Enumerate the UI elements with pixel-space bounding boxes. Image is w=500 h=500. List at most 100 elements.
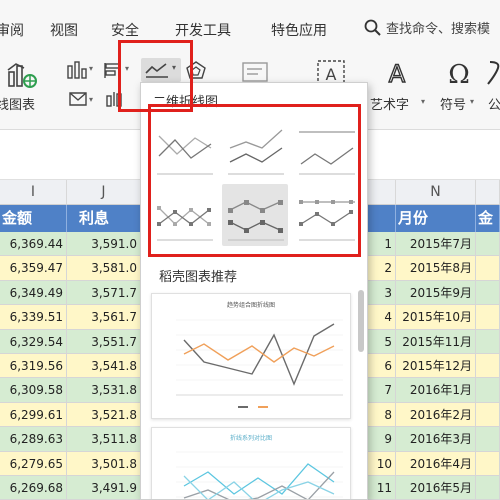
chevron-down-icon[interactable]: ▾ (89, 64, 93, 73)
cell-month[interactable]: 2016年1月 (396, 378, 476, 402)
stock-chart-icon[interactable] (104, 90, 124, 108)
cell-interest[interactable]: 3,571.7 (67, 280, 141, 305)
cell-interest[interactable]: 3,541.8 (67, 353, 141, 378)
percent-line-marker-chart-option[interactable] (293, 184, 359, 246)
command-search[interactable]: 查找命令、搜索模 (364, 18, 490, 37)
column-chart-icon[interactable] (102, 60, 126, 80)
menu-developer-tools[interactable]: 开发工具 (175, 20, 231, 40)
cell-blank[interactable] (476, 353, 500, 378)
cell-number[interactable]: 1 (366, 232, 396, 256)
column-header-m[interactable] (366, 180, 396, 205)
cell-month[interactable]: 2015年7月 (396, 232, 476, 256)
radar-chart-icon[interactable] (184, 60, 208, 80)
cell-number[interactable]: 2 (366, 256, 396, 280)
menu-security[interactable]: 安全 (111, 20, 139, 40)
chevron-down-icon[interactable]: ▾ (421, 97, 425, 106)
pie-chart-icon[interactable] (68, 90, 88, 108)
cell-amount[interactable]: 6,339.51 (0, 305, 67, 329)
line-chart-button[interactable]: ▾ (141, 58, 181, 82)
cell-month[interactable]: 2015年10月 (396, 305, 476, 329)
cell-amount[interactable]: 6,369.44 (0, 232, 67, 256)
formula-label[interactable]: 公 (488, 94, 500, 113)
line-marker-chart-option[interactable] (151, 184, 217, 246)
cell-amount[interactable]: 6,299.61 (0, 402, 67, 427)
stacked-line-marker-chart-option[interactable] (222, 184, 288, 246)
cell-interest[interactable]: 3,501.8 (67, 451, 141, 475)
symbol-label[interactable]: 符号 (440, 94, 466, 113)
column-header-o[interactable] (476, 180, 500, 205)
cell-amount[interactable]: 6,279.65 (0, 451, 67, 475)
combo-chart-label[interactable]: 线图表 (0, 94, 35, 113)
cell-interest[interactable]: 3,591.0 (67, 232, 141, 256)
recommend-title: 稻壳图表推荐 (159, 270, 238, 285)
cell-number[interactable]: 4 (366, 305, 396, 329)
svg-text:A: A (389, 60, 406, 88)
art-text-label[interactable]: 艺术字 (370, 94, 409, 113)
cell-blank[interactable] (476, 280, 500, 305)
cell-interest[interactable]: 3,561.7 (67, 305, 141, 329)
stacked-line-chart-option[interactable] (222, 118, 288, 180)
recommended-chart-card[interactable]: 趋势组合图折线图 (151, 293, 351, 419)
menu-special-apps[interactable]: 特色应用 (271, 20, 327, 40)
cell-number[interactable]: 10 (366, 451, 396, 475)
cell-interest[interactable]: 3,531.8 (67, 378, 141, 402)
chevron-down-icon[interactable]: ▾ (470, 97, 474, 106)
cell-amount[interactable]: 6,319.56 (0, 353, 67, 378)
cell-blank[interactable] (476, 256, 500, 280)
dropdown-scrollbar[interactable] (358, 290, 364, 352)
cell-number[interactable]: 9 (366, 427, 396, 451)
cell-month[interactable]: 2016年2月 (396, 402, 476, 427)
cell-number[interactable]: 3 (366, 280, 396, 305)
cell-blank[interactable] (476, 427, 500, 451)
line-chart-dropdown[interactable]: 二维折线图 稻壳图表推荐 趋势组合图折线图 折线系列对比图 (140, 82, 368, 500)
search-text: 查找命令、搜索模 (386, 22, 491, 37)
cell-amount[interactable]: 6,269.68 (0, 475, 67, 500)
art-text-icon[interactable]: A (382, 58, 412, 88)
column-header-i[interactable]: I (0, 180, 67, 205)
cell-month[interactable]: 2015年8月 (396, 256, 476, 280)
cell-amount[interactable]: 6,329.54 (0, 329, 67, 353)
cell-blank[interactable] (476, 475, 500, 500)
cell-month[interactable]: 2016年5月 (396, 475, 476, 500)
cell-number[interactable]: 7 (366, 378, 396, 402)
chevron-down-icon[interactable]: ▾ (125, 64, 129, 73)
cell-interest[interactable]: 3,521.8 (67, 402, 141, 427)
cell-amount[interactable]: 6,349.49 (0, 280, 67, 305)
line-chart-icon (145, 63, 168, 78)
cell-month[interactable]: 2016年3月 (396, 427, 476, 451)
cell-amount[interactable]: 6,309.58 (0, 378, 67, 402)
formula-icon[interactable] (484, 58, 500, 88)
cell-amount[interactable]: 6,289.63 (0, 427, 67, 451)
column-header-j[interactable]: J (67, 180, 141, 205)
cell-month[interactable]: 2015年12月 (396, 353, 476, 378)
cell-blank[interactable] (476, 378, 500, 402)
cell-month[interactable]: 2015年11月 (396, 329, 476, 353)
cell-number[interactable]: 5 (366, 329, 396, 353)
menu-view[interactable]: 视图 (50, 20, 78, 40)
combo-chart-icon[interactable] (6, 60, 38, 90)
line-chart-option[interactable] (151, 118, 217, 180)
cell-interest[interactable]: 3,491.9 (67, 475, 141, 500)
cell-interest[interactable]: 3,581.0 (67, 256, 141, 280)
percent-line-chart-option[interactable] (293, 118, 359, 180)
cell-month[interactable]: 2016年4月 (396, 451, 476, 475)
cell-blank[interactable] (476, 451, 500, 475)
cell-number[interactable]: 6 (366, 353, 396, 378)
menu-bar: 审阅 视图 安全 开发工具 特色应用 查找命令、搜索模 (0, 0, 500, 58)
cell-blank[interactable] (476, 329, 500, 353)
cell-blank[interactable] (476, 232, 500, 256)
cell-blank[interactable] (476, 305, 500, 329)
cell-interest[interactable]: 3,551.7 (67, 329, 141, 353)
cell-blank[interactable] (476, 402, 500, 427)
cell-month[interactable]: 2015年9月 (396, 280, 476, 305)
bar-chart-icon[interactable] (66, 60, 90, 80)
cell-number[interactable]: 11 (366, 475, 396, 500)
recommended-chart-card[interactable]: 折线系列对比图 (151, 427, 351, 499)
cell-number[interactable]: 8 (366, 402, 396, 427)
cell-interest[interactable]: 3,511.8 (67, 427, 141, 451)
chevron-down-icon[interactable]: ▾ (89, 95, 93, 104)
omega-symbol-icon[interactable]: Ω (443, 58, 475, 88)
cell-amount[interactable]: 6,359.47 (0, 256, 67, 280)
column-header-n[interactable]: N (396, 180, 476, 205)
menu-review[interactable]: 审阅 (0, 20, 24, 40)
